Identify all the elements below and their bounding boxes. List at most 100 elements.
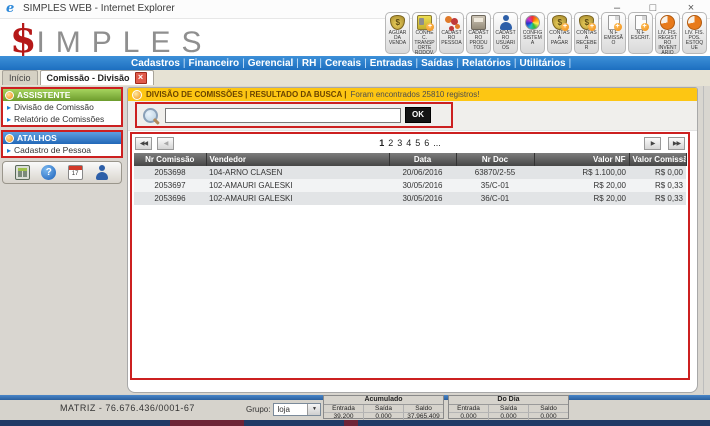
nf-escrit-button[interactable]: N F ESCRIT. (628, 12, 653, 54)
table-header-row: Nr ComissãoVendedorDataNr DocValor NFVal… (134, 153, 686, 166)
chevron-down-icon: ▼ (307, 404, 320, 415)
page-link-5[interactable]: 5 (415, 138, 420, 148)
aguarda-venda-button[interactable]: AGUARDA VENDA (385, 12, 410, 54)
column-header-nr-doc[interactable]: Nr Doc (456, 153, 534, 166)
taskbar-segment (170, 420, 244, 426)
table-annotation-box: ◀◀ ◀ 123456... ▶ ▶▶ Nr ComissãoVendedorD… (130, 132, 690, 380)
toolbar-button-label: LIV. FIS. POS. ESTOQUE (683, 31, 706, 51)
pagination-next-icon[interactable]: ▶ (644, 137, 661, 150)
section-title: ASSISTENTE (17, 90, 70, 100)
menu-item-gerencial[interactable]: Gerencial (248, 58, 294, 69)
cadastro-usuarios-button[interactable]: CADASTRO USUARIOS (493, 12, 518, 54)
search-input[interactable] (165, 108, 401, 123)
main-panel: DIVISÃO DE COMISSÕES | RESULTADO DA BUSC… (127, 87, 698, 393)
cell-vendedor: 104-ARNO CLASEN (206, 166, 389, 179)
page-link-2[interactable]: 2 (388, 138, 393, 148)
tab-inicio[interactable]: Início (2, 70, 38, 85)
person-icon[interactable] (94, 165, 109, 180)
page-link-4[interactable]: 4 (406, 138, 411, 148)
calculator-icon[interactable] (15, 165, 30, 180)
liv-fis-pos-estoque-button[interactable]: LIV. FIS. POS. ESTOQUE (682, 12, 707, 54)
sidebar-item-relatorio-de-comissoes[interactable]: Relatório de Comissões (3, 113, 121, 125)
logo-text: IMPLES (36, 26, 212, 59)
menu-item-cereais[interactable]: Cereais (325, 58, 361, 69)
commissions-table: Nr ComissãoVendedorDataNr DocValor NFVal… (134, 153, 687, 205)
section-bullet-icon (5, 91, 14, 100)
status-value-saldo: 0.000 (529, 413, 568, 420)
column-header-valor-nf[interactable]: Valor NF (534, 153, 629, 166)
menu-separator: | (456, 58, 459, 69)
config-sistema-button[interactable]: CONFIG SISTEMA (520, 12, 545, 54)
column-header-vendedor[interactable]: Vendedor (206, 153, 389, 166)
contas-a-pagar-button[interactable]: CONTAS A PAGAR (547, 12, 572, 54)
cell-vendedor: 102-AMAURI GALESKI (206, 179, 389, 192)
palette-icon (525, 15, 540, 30)
menu-item-rh[interactable]: RH (302, 58, 316, 69)
contas-a-receber-button[interactable]: CONTAS A RECEBER (574, 12, 599, 54)
column-header-nr-comissao[interactable]: Nr Comissão (134, 153, 206, 166)
sidebar-item-label: Relatório de Comissões (14, 114, 104, 124)
table-row[interactable]: 2053696102-AMAURI GALESKI30/05/201636/C-… (134, 192, 686, 205)
cadastro-pessoa-button[interactable]: CADASTRO PESSOA (439, 12, 464, 54)
column-header-valor-comissao[interactable]: Valor Comissão (629, 153, 686, 166)
money-bag-icon (390, 15, 405, 30)
nf-emissao-button[interactable]: N F EMISSÃO (601, 12, 626, 54)
cadastro-produtos-button[interactable]: CADASTRO PRODUTOS (466, 12, 491, 54)
tab-close-icon[interactable] (135, 72, 147, 84)
sidebar-item-divisao-de-comissao[interactable]: Divisão de Comissão (3, 101, 121, 113)
sidebar-item-label: Cadastro de Pessoa (14, 145, 91, 155)
result-banner: DIVISÃO DE COMISSÕES | RESULTADO DA BUSC… (128, 88, 697, 101)
menu-item-entradas[interactable]: Entradas (370, 58, 413, 69)
cell-nr-comissao: 2053698 (134, 166, 206, 179)
menu-separator: | (319, 58, 322, 69)
person-icon (498, 15, 513, 30)
menu-item-cadastros[interactable]: Cadastros (131, 58, 180, 69)
cell-vendedor: 102-AMAURI GALESKI (206, 192, 389, 205)
toolbar-button-label: LIV. FIS. REGISTRO INVENTARIO (656, 31, 679, 56)
ok-button[interactable]: OK (405, 107, 431, 123)
status-bar: MATRIZ - 76.676.436/0001-67 Grupo: loja … (0, 394, 710, 420)
menu-separator: | (416, 58, 419, 69)
tab-bar: InícioComissão - Divisão (0, 70, 710, 86)
pagination-last-icon[interactable]: ▶▶ (668, 137, 685, 150)
liv-fis-registro-inventario-button[interactable]: LIV. FIS. REGISTRO INVENTARIO (655, 12, 680, 54)
internet-explorer-icon (6, 2, 19, 15)
status-value-saldo: 37.965.409 (404, 413, 443, 420)
page-link-6[interactable]: 6 (424, 138, 429, 148)
status-panel-do-dia: Do DiaEntradaSaídaSaldo0.0000.0000.000 (448, 395, 569, 419)
menu-item-saidas[interactable]: Saídas (421, 58, 453, 69)
sidebar-item-cadastro-de-pessoa[interactable]: Cadastro de Pessoa (3, 144, 121, 156)
status-value-entrada: 39.200 (324, 413, 364, 420)
application-window: SIMPLES WEB - Internet Explorer – □ × $I… (0, 0, 710, 426)
page-link-3[interactable]: 3 (397, 138, 402, 148)
section-header: ASSISTENTE (3, 89, 121, 101)
status-panel-headers: EntradaSaídaSaldo (449, 405, 568, 413)
section-title: ATALHOS (17, 133, 57, 143)
arrow-icon (7, 115, 11, 124)
status-col-entrada: Entrada (449, 405, 489, 412)
column-header-data[interactable]: Data (389, 153, 456, 166)
page-link-1[interactable]: 1 (379, 138, 384, 148)
status-panel-values: 0.0000.0000.000 (449, 413, 568, 420)
status-value-saida: 0.000 (364, 413, 404, 420)
page-link-[interactable]: ... (433, 138, 441, 148)
conhec-transporte-rodov-button[interactable]: CONHEC. TRANSPORTE RODOV. (412, 12, 437, 54)
menu-item-financeiro[interactable]: Financeiro (189, 58, 240, 69)
grupo-select[interactable]: loja ▼ (273, 403, 321, 416)
menu-separator: | (364, 58, 367, 69)
document-icon (608, 15, 620, 30)
calendar-icon[interactable] (68, 165, 83, 180)
tab-comissao-divisao[interactable]: Comissão - Divisão (40, 70, 154, 85)
table-row[interactable]: 2053697102-AMAURI GALESKI30/05/201635/C-… (134, 179, 686, 192)
help-icon[interactable] (41, 165, 56, 180)
cell-valor-comissao: R$ 0,00 (629, 166, 686, 179)
menu-item-utilitarios[interactable]: Utilitários (520, 58, 566, 69)
cell-nr-doc: 63870/2-55 (456, 166, 534, 179)
sidebar-item-label: Divisão de Comissão (14, 102, 94, 112)
toolbar-button-label: CADASTRO USUARIOS (494, 31, 517, 51)
cell-valor-nf: R$ 1.100,00 (534, 166, 629, 179)
pie-chart-icon (687, 15, 702, 30)
table-row[interactable]: 2053698104-ARNO CLASEN20/06/201663870/2-… (134, 166, 686, 179)
menu-item-relatorios[interactable]: Relatórios (462, 58, 511, 69)
app-header: $IMPLES AGUARDA VENDACONHEC. TRANSPORTE … (0, 19, 710, 56)
